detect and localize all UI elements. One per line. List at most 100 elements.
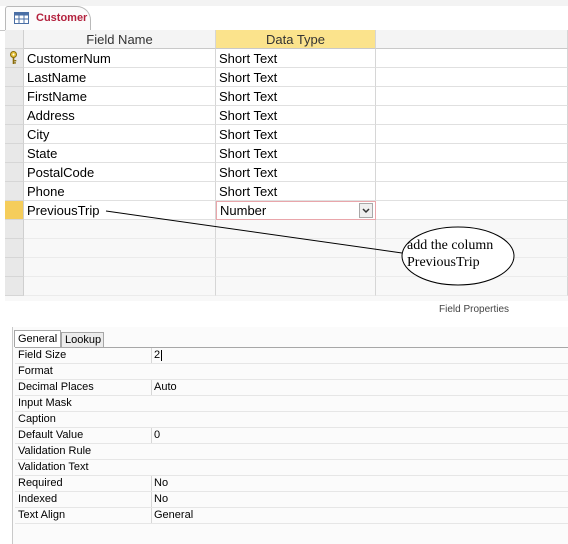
- description-cell[interactable]: [376, 68, 568, 87]
- row-selector[interactable]: [5, 144, 24, 163]
- data-type-cell[interactable]: Short Text: [216, 144, 376, 163]
- field-name-header[interactable]: Field Name: [24, 30, 216, 49]
- row-selector[interactable]: [5, 106, 24, 125]
- data-type-cell[interactable]: Short Text: [216, 49, 376, 68]
- property-row[interactable]: Decimal Places Auto: [15, 380, 568, 396]
- table-row-current[interactable]: PreviousTrip Number: [5, 201, 568, 220]
- property-row[interactable]: Input Mask: [15, 396, 568, 412]
- description-cell[interactable]: [376, 182, 568, 201]
- description-cell[interactable]: [376, 87, 568, 106]
- field-size-input[interactable]: 2: [151, 348, 564, 363]
- description-cell[interactable]: [376, 125, 568, 144]
- property-name: Validation Text: [18, 461, 89, 473]
- data-type-value: Number: [220, 203, 267, 218]
- row-selector[interactable]: [5, 182, 24, 201]
- field-name-cell[interactable]: [24, 277, 216, 296]
- table-row[interactable]: LastName Short Text: [5, 68, 568, 87]
- table-row[interactable]: State Short Text: [5, 144, 568, 163]
- row-selector[interactable]: [5, 220, 24, 239]
- data-type-header[interactable]: Data Type: [216, 30, 376, 49]
- field-name-cell[interactable]: PreviousTrip: [24, 201, 216, 220]
- row-selector[interactable]: [5, 87, 24, 106]
- property-name: Required: [18, 477, 63, 489]
- field-name-cell[interactable]: [24, 258, 216, 277]
- row-selector[interactable]: [5, 163, 24, 182]
- field-name-cell[interactable]: [24, 220, 216, 239]
- field-name-cell[interactable]: Address: [24, 106, 216, 125]
- property-row[interactable]: Required No: [15, 476, 568, 492]
- empty-row[interactable]: [5, 277, 568, 296]
- property-sheet: Field Size 2 Format Decimal Places Auto …: [15, 347, 568, 524]
- data-type-cell[interactable]: Short Text: [216, 182, 376, 201]
- field-name-cell[interactable]: LastName: [24, 68, 216, 87]
- table-icon: [14, 12, 29, 24]
- row-selector[interactable]: [5, 125, 24, 144]
- description-header[interactable]: [376, 30, 568, 49]
- property-name: Caption: [18, 413, 56, 425]
- select-all-corner[interactable]: [5, 30, 24, 49]
- table-row[interactable]: City Short Text: [5, 125, 568, 144]
- data-type-cell[interactable]: Short Text: [216, 87, 376, 106]
- row-selector[interactable]: [5, 49, 24, 68]
- tab-lookup[interactable]: Lookup: [61, 332, 104, 347]
- property-value[interactable]: No: [151, 492, 564, 507]
- table-row[interactable]: PostalCode Short Text: [5, 163, 568, 182]
- primary-key-icon: [10, 51, 17, 64]
- field-name-cell[interactable]: [24, 239, 216, 258]
- data-type-cell[interactable]: [216, 277, 376, 296]
- property-name: Indexed: [18, 493, 58, 505]
- description-cell[interactable]: [376, 49, 568, 68]
- property-name: Input Mask: [18, 397, 72, 409]
- row-selector[interactable]: [5, 68, 24, 87]
- tab-general[interactable]: General: [14, 330, 61, 347]
- row-selector[interactable]: [5, 277, 24, 296]
- table-row[interactable]: Address Short Text: [5, 106, 568, 125]
- property-value[interactable]: 0: [151, 428, 564, 443]
- description-cell[interactable]: [376, 106, 568, 125]
- property-value[interactable]: General: [151, 508, 564, 523]
- property-value[interactable]: No: [151, 476, 564, 491]
- table-row[interactable]: Phone Short Text: [5, 182, 568, 201]
- field-name-cell[interactable]: City: [24, 125, 216, 144]
- description-cell[interactable]: [376, 144, 568, 163]
- data-type-dropdown[interactable]: Number: [216, 201, 376, 220]
- property-row[interactable]: Text Align General: [15, 508, 568, 524]
- property-name: Format: [18, 365, 53, 377]
- data-type-cell[interactable]: Short Text: [216, 106, 376, 125]
- data-type-cell[interactable]: [216, 239, 376, 258]
- property-row[interactable]: Field Size 2: [15, 348, 568, 364]
- text-cursor: [161, 349, 163, 361]
- description-cell[interactable]: [376, 201, 568, 220]
- data-type-cell[interactable]: Short Text: [216, 125, 376, 144]
- row-selector[interactable]: [5, 239, 24, 258]
- table-row[interactable]: CustomerNum Short Text: [5, 49, 568, 68]
- row-selector[interactable]: [5, 201, 24, 220]
- data-type-cell[interactable]: Short Text: [216, 163, 376, 182]
- property-row[interactable]: Validation Text: [15, 460, 568, 476]
- field-name-cell[interactable]: Phone: [24, 182, 216, 201]
- data-type-cell[interactable]: [216, 220, 376, 239]
- field-name-cell[interactable]: PostalCode: [24, 163, 216, 182]
- property-row[interactable]: Validation Rule: [15, 444, 568, 460]
- property-row[interactable]: Format: [15, 364, 568, 380]
- description-cell[interactable]: [376, 277, 568, 296]
- data-type-cell[interactable]: [216, 258, 376, 277]
- property-row[interactable]: Default Value 0: [15, 428, 568, 444]
- field-properties-label: Field Properties: [439, 304, 510, 315]
- tab-label: Customer: [36, 12, 88, 24]
- row-selector[interactable]: [5, 258, 24, 277]
- property-row[interactable]: Caption: [15, 412, 568, 428]
- data-type-cell[interactable]: Short Text: [216, 68, 376, 87]
- customer-tab[interactable]: Customer: [5, 6, 91, 30]
- callout-line-1: add the column: [407, 238, 494, 253]
- property-name: Decimal Places: [18, 381, 94, 393]
- field-name-cell[interactable]: CustomerNum: [24, 49, 216, 68]
- field-name-cell[interactable]: State: [24, 144, 216, 163]
- property-value[interactable]: Auto: [151, 380, 564, 395]
- table-row[interactable]: FirstName Short Text: [5, 87, 568, 106]
- field-name-cell[interactable]: FirstName: [24, 87, 216, 106]
- document-tab-bar: Customer: [0, 6, 568, 31]
- dropdown-button[interactable]: [359, 203, 373, 218]
- property-row[interactable]: Indexed No: [15, 492, 568, 508]
- description-cell[interactable]: [376, 163, 568, 182]
